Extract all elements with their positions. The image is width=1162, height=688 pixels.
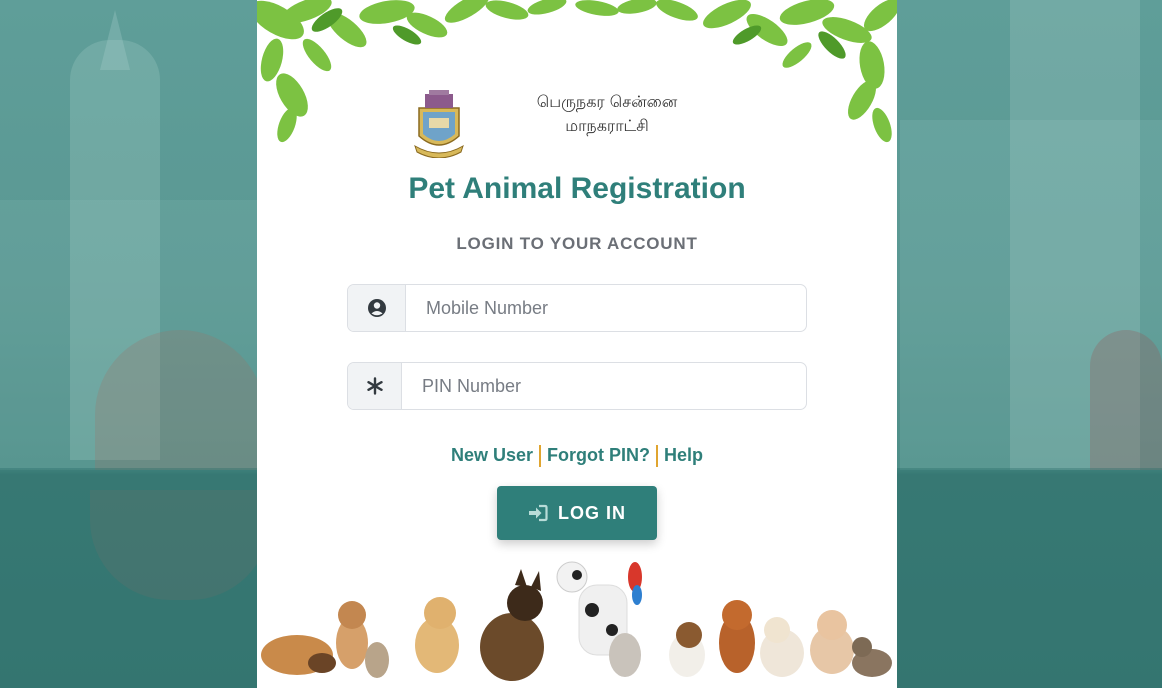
chennai-corporation-emblem (414, 90, 464, 158)
auth-links: New User Forgot PIN? Help (257, 445, 897, 468)
asterisk-icon (348, 363, 402, 409)
mobile-number-input[interactable] (406, 285, 806, 331)
link-separator (539, 445, 542, 468)
link-separator (656, 445, 658, 468)
forgot-pin-link[interactable]: Forgot PIN? (547, 445, 650, 465)
login-button[interactable]: LOG IN (497, 486, 657, 540)
organization-name: பெருநகர சென்னை மாநகராட்சி (497, 90, 717, 138)
login-button-label: LOG IN (558, 502, 626, 523)
login-subtitle: LOGIN TO YOUR ACCOUNT (456, 234, 698, 253)
new-user-link[interactable]: New User (451, 445, 533, 465)
help-link[interactable]: Help (664, 445, 703, 465)
mobile-number-group (347, 284, 807, 332)
pin-number-input[interactable] (402, 363, 806, 409)
page-title: Pet Animal Registration (408, 172, 746, 205)
user-circle-icon (348, 285, 406, 331)
pets-illustration (261, 561, 892, 681)
sign-in-icon (529, 504, 548, 522)
organization-name-line2: மாநகராட்சி (565, 116, 649, 135)
pin-number-group (347, 362, 807, 410)
login-card: பெருநகர சென்னை மாநகராட்சி Pet Animal Reg… (257, 0, 897, 688)
organization-name-line1: பெருநகர சென்னை (536, 92, 678, 111)
